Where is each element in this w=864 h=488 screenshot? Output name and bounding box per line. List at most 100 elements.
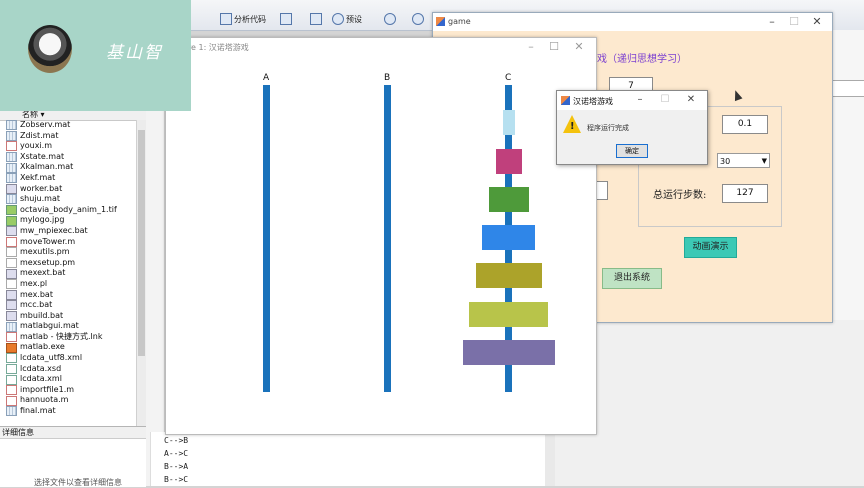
file-name: lcdata.xsd xyxy=(20,363,62,373)
file-mat-icon xyxy=(6,173,17,184)
dialog-titlebar[interactable]: 汉诺塔游戏 – ☐ ✕ xyxy=(557,91,707,110)
path-combo[interactable] xyxy=(828,80,864,97)
rod-label-c: C xyxy=(505,73,512,83)
file-name: hannuota.m xyxy=(20,395,69,405)
disk-2 xyxy=(495,149,522,174)
file-list-item[interactable]: mbuild.bat xyxy=(0,311,136,322)
avatar xyxy=(28,25,72,73)
file-list-item[interactable]: Zdist.mat xyxy=(0,131,136,142)
file-list-scrollbar[interactable] xyxy=(136,120,146,426)
file-name: mw_mpiexec.bat xyxy=(20,225,88,235)
file-list-item[interactable]: mexext.bat xyxy=(0,268,136,279)
file-list-item[interactable]: Xekf.mat xyxy=(0,173,136,184)
file-name: mexsetup.pm xyxy=(20,257,76,267)
file-xml-icon xyxy=(6,374,17,385)
close-button[interactable]: ✕ xyxy=(568,40,590,53)
help-button[interactable] xyxy=(412,12,424,26)
webcam-overlay: 基山智 xyxy=(0,0,191,111)
file-name: moveTower.m xyxy=(20,236,76,246)
file-list-item[interactable]: octavia_body_anim_1.tif xyxy=(0,205,136,216)
file-name: matlab.exe xyxy=(20,342,65,352)
ok-button[interactable]: 确定 xyxy=(616,144,648,158)
help-icon xyxy=(412,13,424,25)
minimize-button[interactable]: – xyxy=(629,94,651,105)
layout-button[interactable] xyxy=(310,12,322,26)
animate-button[interactable]: 动画演示 xyxy=(684,237,737,258)
figure-window: are 1: 汉诺塔游戏 – ☐ ✕ A B C xyxy=(165,37,597,435)
details-panel: 详细信息 选择文件以查看详细信息 xyxy=(0,426,148,487)
file-mat-icon xyxy=(6,406,17,417)
exit-button[interactable]: 退出系统 xyxy=(602,268,662,289)
background-area xyxy=(555,320,864,486)
preferences-button[interactable]: 预设 xyxy=(332,12,362,26)
file-list-item[interactable]: Xstate.mat xyxy=(0,152,136,163)
file-bat-icon xyxy=(6,300,17,311)
maximize-button[interactable]: ☐ xyxy=(654,94,676,105)
command-window[interactable]: C-->B A-->C B-->A B-->C xyxy=(150,432,546,486)
file-name: mbuild.bat xyxy=(20,310,64,320)
workspace-pane xyxy=(831,30,864,320)
file-img-icon xyxy=(6,205,17,216)
figure-titlebar[interactable]: are 1: 汉诺塔游戏 – ☐ ✕ xyxy=(166,38,596,55)
file-list-item[interactable]: Zobserv.mat xyxy=(0,120,136,131)
file-xml-icon xyxy=(6,363,17,374)
people-icon xyxy=(384,13,396,25)
file-list-item[interactable]: hannuota.m xyxy=(0,395,136,406)
steps-value: 127 xyxy=(722,184,768,203)
file-list-item[interactable]: mexsetup.pm xyxy=(0,258,136,269)
details-header[interactable]: 详细信息 xyxy=(0,427,148,439)
file-list-item[interactable]: lcdata.xsd xyxy=(0,364,136,375)
file-list-item[interactable]: mw_mpiexec.bat xyxy=(0,226,136,237)
file-list-item[interactable]: mcc.bat xyxy=(0,300,136,311)
file-exe-icon xyxy=(6,342,17,353)
game-titlebar[interactable]: game – ☐ ✕ xyxy=(433,13,832,31)
file-name: Xstate.mat xyxy=(20,151,65,161)
file-mat-icon xyxy=(6,194,17,205)
interval-input[interactable]: 0.1 xyxy=(722,115,768,134)
file-list-item[interactable]: final.mat xyxy=(0,406,136,417)
file-list-item[interactable]: lcdata_utf8.xml xyxy=(0,353,136,364)
file-name: Xkalman.mat xyxy=(20,162,74,172)
file-list-item[interactable]: mex.bat xyxy=(0,290,136,301)
command-output-line: C-->B xyxy=(164,436,189,445)
file-name: shuju.mat xyxy=(20,194,60,204)
file-m-icon xyxy=(6,395,17,406)
file-list-item[interactable]: matlab - 快捷方式.lnk xyxy=(0,332,136,343)
file-pl-icon xyxy=(6,279,17,290)
analyze-code-button[interactable]: 分析代码 xyxy=(220,12,266,26)
file-pl-icon xyxy=(6,258,17,269)
file-name: Zdist.mat xyxy=(20,130,59,140)
maximize-button[interactable]: ☐ xyxy=(783,15,805,28)
rod-label-b: B xyxy=(384,73,391,83)
rod-a xyxy=(263,85,270,392)
file-img-icon xyxy=(6,215,17,226)
file-list-item[interactable]: mylogo.jpg xyxy=(0,215,136,226)
minimize-button[interactable]: – xyxy=(761,15,783,28)
close-button[interactable]: ✕ xyxy=(806,15,828,28)
disk-5 xyxy=(475,263,542,288)
command-window-scrollbar[interactable] xyxy=(545,432,555,486)
file-list-item[interactable]: importfile1.m xyxy=(0,385,136,396)
close-button[interactable]: ✕ xyxy=(680,94,702,105)
run-button[interactable] xyxy=(280,12,292,26)
community-button[interactable] xyxy=(384,12,396,26)
editor-gutter xyxy=(146,108,164,486)
speed-select[interactable]: 30 ▼ xyxy=(717,153,770,168)
maximize-button[interactable]: ☐ xyxy=(543,40,565,53)
streamer-name: 基山智 xyxy=(106,43,163,63)
file-list-item[interactable]: lcdata.xml xyxy=(0,374,136,385)
layout-icon xyxy=(310,13,322,25)
file-list-item[interactable]: mexutils.pm xyxy=(0,247,136,258)
file-list-item[interactable]: mex.pl xyxy=(0,279,136,290)
command-output-line: B-->A xyxy=(164,462,189,471)
file-list-item[interactable]: worker.bat xyxy=(0,184,136,195)
file-list-item[interactable]: Xkalman.mat xyxy=(0,162,136,173)
minimize-button[interactable]: – xyxy=(520,40,542,53)
file-list-item[interactable]: shuju.mat xyxy=(0,194,136,205)
file-list-item[interactable]: youxi.m xyxy=(0,141,136,152)
file-list-item[interactable]: matlab.exe xyxy=(0,342,136,353)
file-list-item[interactable]: moveTower.m xyxy=(0,237,136,248)
file-list-item[interactable]: matlabgui.mat xyxy=(0,321,136,332)
game-heading: 戏（递归思想学习） xyxy=(597,54,687,65)
file-bat-icon xyxy=(6,183,17,194)
